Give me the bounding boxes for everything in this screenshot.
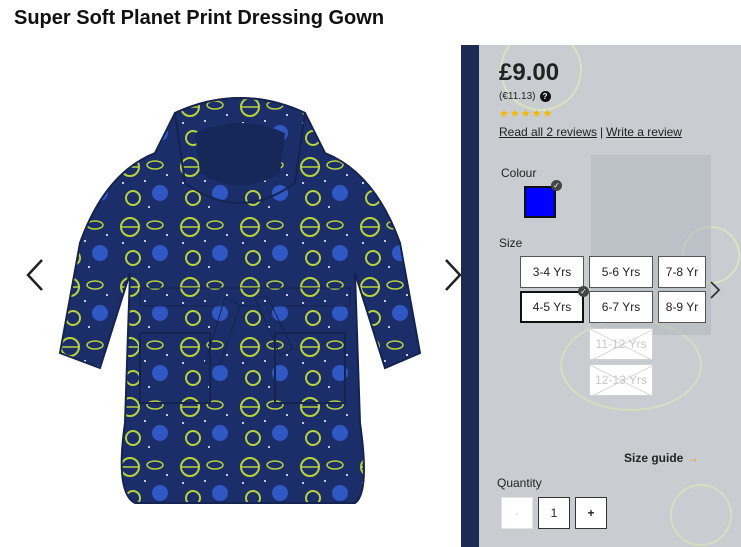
check-icon: ✓ xyxy=(578,286,589,297)
chevron-right-icon xyxy=(710,281,721,299)
euro-price: (€11.13) ? xyxy=(499,91,551,102)
size-option-label: 12-13 Yrs xyxy=(595,373,647,387)
star-icon: ★ xyxy=(509,108,520,120)
size-option[interactable]: 8-9 Yr xyxy=(658,291,706,323)
read-reviews-link[interactable]: Read all 2 reviews xyxy=(499,125,597,139)
product-price: £9.00 xyxy=(499,59,560,86)
rating-stars: ★ ★ ★ ★ ★ xyxy=(499,109,552,120)
quantity-decrease-button[interactable]: - xyxy=(501,497,533,529)
size-guide-label: Size guide xyxy=(624,451,684,465)
size-option[interactable]: 7-8 Yr xyxy=(658,256,706,288)
quantity-input[interactable]: 1 xyxy=(538,497,570,529)
product-details-panel: £9.00 (€11.13) ? ★ ★ ★ ★ ★ Read all 2 re… xyxy=(461,45,741,547)
help-icon[interactable]: ? xyxy=(539,91,551,102)
euro-price-text: (€11.13) xyxy=(499,91,536,102)
star-icon: ★ xyxy=(542,108,553,120)
arrow-right-icon: → xyxy=(686,451,699,465)
quantity-increase-button[interactable]: + xyxy=(575,497,607,529)
product-image-gallery xyxy=(0,45,470,547)
size-option-selected[interactable]: 4-5 Yrs xyxy=(520,291,584,323)
colour-swatch-blue[interactable] xyxy=(524,186,556,218)
size-option[interactable]: 6-7 Yrs xyxy=(589,291,653,323)
size-option-unavailable: 11-12 Yrs xyxy=(589,328,653,360)
star-icon: ★ xyxy=(531,108,542,120)
write-review-link[interactable]: Write a review xyxy=(606,125,682,139)
size-scroll-next-button[interactable] xyxy=(707,276,727,304)
size-option-label: 11-12 Yrs xyxy=(595,337,647,351)
reviews-separator: | xyxy=(600,125,604,139)
size-option[interactable]: 5-6 Yrs xyxy=(589,256,653,288)
chevron-right-icon xyxy=(445,259,462,291)
chevron-left-icon xyxy=(26,259,43,291)
size-guide-link[interactable]: Size guide → xyxy=(624,451,699,465)
size-option-unavailable: 12-13 Yrs xyxy=(589,364,653,396)
dressing-gown-image xyxy=(58,97,422,504)
size-label: Size xyxy=(499,236,523,250)
quantity-label: Quantity xyxy=(497,476,542,490)
gallery-prev-button[interactable] xyxy=(18,247,52,303)
product-title: Super Soft Planet Print Dressing Gown xyxy=(14,7,385,29)
check-icon: ✓ xyxy=(551,180,562,191)
colour-label: Colour xyxy=(501,166,537,180)
reviews-links: Read all 2 reviews | Write a review xyxy=(499,125,682,139)
star-icon: ★ xyxy=(499,108,509,120)
size-option[interactable]: 3-4 Yrs xyxy=(520,256,584,288)
star-icon: ★ xyxy=(520,108,531,120)
